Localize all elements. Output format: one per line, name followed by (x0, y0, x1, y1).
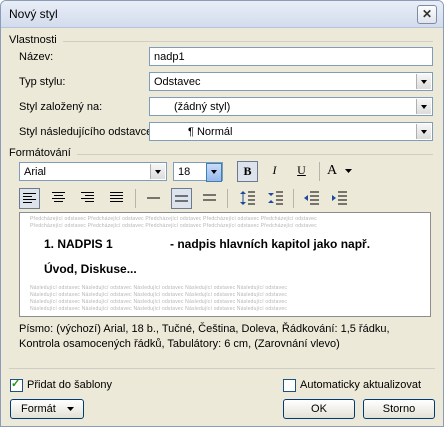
chevron-down-icon[interactable] (416, 74, 431, 89)
cancel-button-label: Storno (382, 403, 416, 415)
preview-heading-line2: Úvod, Diskuse... (44, 262, 137, 276)
new-style-dialog: Nový styl ✕ Vlastnosti Název: nadp1 Typ … (0, 0, 444, 427)
next-style-select[interactable]: ¶ Normál (149, 122, 433, 141)
align-right-icon (81, 192, 94, 202)
single-spacing-button[interactable] (143, 188, 164, 209)
align-left-button[interactable] (19, 188, 40, 209)
decrease-spacing-icon (268, 191, 283, 205)
font-select[interactable]: Arial (19, 162, 167, 181)
preview-next-paragraph: Následující odstavec Následující odstave… (30, 299, 288, 305)
underline-button[interactable]: U (291, 161, 312, 182)
format-button-label: Formát (21, 403, 56, 415)
justify-icon (110, 192, 123, 202)
preview-next-paragraph: Následující odstavec Následující odstave… (30, 306, 288, 312)
close-icon: ✕ (421, 7, 433, 21)
chevron-down-icon (67, 407, 74, 411)
based-on-select[interactable]: (žádný styl) (149, 97, 433, 116)
double-spacing-icon (203, 194, 216, 201)
bold-button[interactable]: B (237, 161, 258, 182)
bottom-divider (9, 368, 435, 369)
style-type-select[interactable]: Odstavec (149, 72, 433, 91)
properties-group-label: Vlastnosti (9, 34, 61, 46)
font-value: Arial (24, 166, 47, 178)
add-to-template-checkbox[interactable] (10, 377, 23, 392)
preview-previous-paragraph: Předcházející odstavec Předcházející ods… (30, 223, 317, 229)
increase-indent-icon (332, 191, 347, 205)
next-style-label: Styl následujícího odstavce: (19, 126, 156, 138)
auto-update-label: Automaticky aktualizovat (300, 379, 422, 391)
auto-update-checkbox[interactable] (283, 379, 296, 392)
align-right-button[interactable] (77, 188, 98, 209)
cancel-button[interactable]: Storno (363, 399, 435, 419)
toolbar-separator (319, 162, 320, 181)
one-half-spacing-button[interactable] (171, 188, 192, 209)
next-style-value: ¶ Normál (188, 126, 233, 138)
decrease-indent-icon (304, 191, 319, 205)
italic-icon: I (272, 163, 277, 177)
formatting-divider (77, 154, 433, 155)
ok-button[interactable]: OK (283, 399, 355, 419)
preview-next-paragraph: Následující odstavec Následující odstave… (30, 292, 288, 298)
double-spacing-button[interactable] (199, 188, 220, 209)
format-menu-button[interactable]: Formát (10, 399, 84, 419)
one-half-spacing-icon (175, 195, 188, 202)
chevron-down-icon[interactable] (150, 164, 165, 179)
chevron-down-icon[interactable] (206, 163, 222, 182)
align-center-icon (52, 192, 65, 202)
close-button[interactable]: ✕ (417, 5, 437, 24)
formatting-group-label: Formátování (9, 147, 75, 159)
increase-spacing-button[interactable] (237, 188, 258, 209)
name-field[interactable]: nadp1 (149, 47, 433, 66)
underline-icon: U (297, 163, 306, 177)
increase-indent-button[interactable] (329, 188, 350, 209)
title-bar[interactable]: Nový styl ✕ (1, 1, 443, 28)
style-type-value: Odstavec (154, 76, 201, 88)
dialog-title: Nový styl (9, 7, 58, 21)
add-to-template-label: Přidat do šablony (27, 379, 112, 391)
properties-divider (63, 41, 433, 42)
toolbar-separator (227, 189, 228, 208)
preview-next-paragraph: Následující odstavec Následující odstave… (30, 285, 288, 291)
toolbar-separator (293, 189, 294, 208)
style-description: Písmo: (výchozí) Arial, 18 b., Tučné, Če… (19, 323, 390, 350)
bold-icon: B (243, 164, 252, 178)
name-value: nadp1 (154, 51, 185, 63)
single-spacing-icon (147, 197, 160, 199)
italic-button[interactable]: I (264, 161, 285, 182)
font-size-value: 18 (178, 166, 191, 178)
name-label: Název: (19, 51, 54, 63)
based-on-value: (žádný styl) (174, 101, 231, 113)
chevron-down-icon[interactable] (416, 124, 431, 139)
style-type-label: Typ stylu: (19, 76, 66, 88)
font-color-button[interactable]: A (323, 161, 357, 182)
preview-heading-text: - nadpis hlavních kapitol jako např. (170, 237, 371, 251)
justify-button[interactable] (106, 188, 127, 209)
ok-button-label: OK (311, 403, 327, 415)
preview-heading-number: 1. NADPIS 1 (44, 237, 113, 251)
decrease-spacing-button[interactable] (265, 188, 286, 209)
font-size-select[interactable]: 18 (173, 162, 223, 182)
based-on-label: Styl založený na: (19, 101, 103, 113)
align-left-icon (23, 193, 36, 203)
decrease-indent-button[interactable] (301, 188, 322, 209)
style-preview: Předcházející odstavec Předcházející ods… (19, 212, 431, 317)
font-color-icon: A (327, 163, 338, 178)
chevron-down-icon (345, 169, 352, 173)
preview-previous-paragraph: Předcházející odstavec Předcházející ods… (30, 216, 317, 222)
toolbar-separator (135, 189, 136, 208)
chevron-down-icon[interactable] (416, 99, 431, 114)
align-center-button[interactable] (48, 188, 69, 209)
increase-spacing-icon (240, 191, 255, 205)
